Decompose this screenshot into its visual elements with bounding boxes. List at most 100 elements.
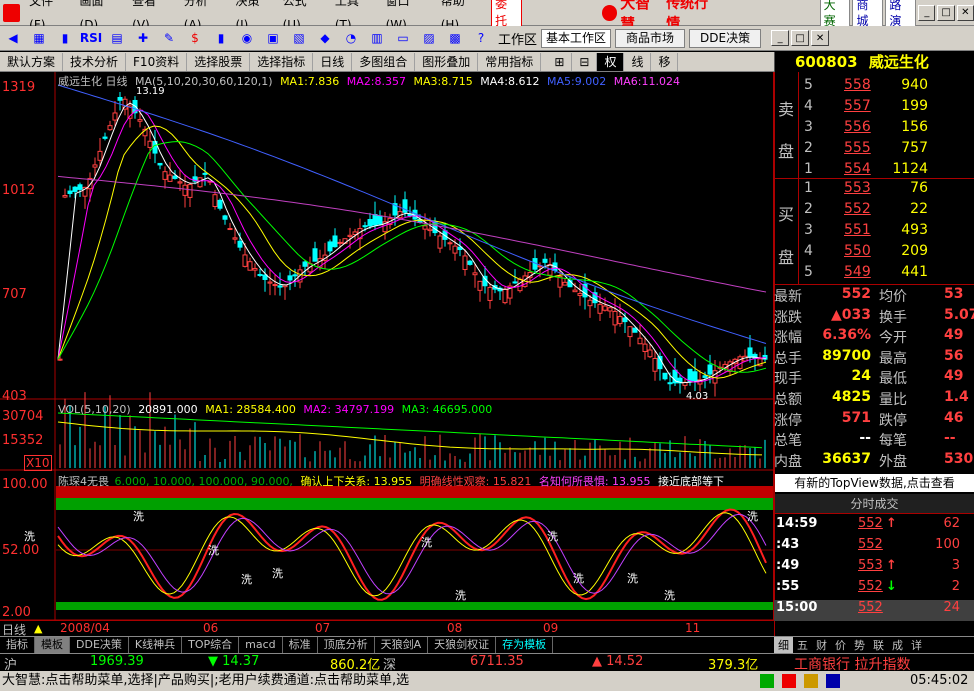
tab-rights[interactable]: 权 <box>597 52 625 71</box>
workspace-select[interactable]: 基本工作区 <box>541 28 612 48</box>
buy-row[interactable]: 4 550 209 <box>774 243 974 264</box>
sell-row[interactable]: 2 555 757 <box>774 140 974 161</box>
zoom-in-icon[interactable]: ⊞ <box>547 52 573 71</box>
toolbar: ◀ ▦ ▮ RSI ▤ ✚ ✎ $ ▮ ◉ ▣ ▧ ◆ ◔ ▥ ▭ ▨ ▩ ? … <box>0 26 974 51</box>
rtab-deal[interactable]: 成 <box>888 637 907 653</box>
binocular-icon[interactable]: ◉ <box>236 28 258 48</box>
tab-tianlang-a[interactable]: 天狼剑A <box>375 637 429 653</box>
buy-row[interactable]: 3 551 493 <box>774 222 974 243</box>
common-indicator-button[interactable]: 常用指标 <box>478 52 542 71</box>
sell-row[interactable]: 4 557 199 <box>774 98 974 119</box>
help-icon[interactable]: ? <box>470 28 492 48</box>
sell-row[interactable]: 1 554 1124 <box>774 161 974 182</box>
index-status-bar: 沪 1969.39 ▼ 14.37 860.2亿 深 6711.35 ▲ 14.… <box>0 653 974 673</box>
minimize-button[interactable]: _ <box>918 4 936 21</box>
tick-time: :43 <box>776 537 800 552</box>
tab-topbottom[interactable]: 顶底分析 <box>318 637 375 653</box>
overlay-button[interactable]: 图形叠加 <box>415 52 479 71</box>
news-icon[interactable]: ▧ <box>288 28 310 48</box>
tick-volume: 62 <box>943 516 960 531</box>
kline-icon[interactable]: ▮ <box>54 28 76 48</box>
tab-macd[interactable]: macd <box>239 637 283 653</box>
stat-label: 涨跌 <box>774 309 802 326</box>
candle-body <box>597 303 603 314</box>
tab-tianlang-warrant[interactable]: 天狼剑权证 <box>428 637 497 653</box>
rtab-finance[interactable]: 财 <box>812 637 831 653</box>
default-scheme-button[interactable]: 默认方案 <box>0 52 64 71</box>
stat-label: 涨停 <box>774 412 802 429</box>
crosshair-icon[interactable]: ✚ <box>132 28 154 48</box>
rtab-link[interactable]: 联 <box>869 637 888 653</box>
topview-banner[interactable]: 有新的TopView数据,点击查看 <box>775 474 974 492</box>
grid-icon[interactable]: ▤ <box>106 28 128 48</box>
zoom-out-icon[interactable]: ⊟ <box>572 52 598 71</box>
stat-label-2: 今开 <box>879 330 907 347</box>
candle-body <box>252 267 258 271</box>
rsi-icon[interactable]: RSI <box>80 28 102 48</box>
tab-indicator[interactable]: 指标 <box>0 637 35 653</box>
net-icon <box>760 674 774 688</box>
chart-panel[interactable]: 洗洗洗洗洗洗洗洗洗洗洗洗 威远生化 日线 MA(5,10,20,30,60,12… <box>0 72 774 620</box>
calc-icon[interactable]: ▥ <box>366 28 388 48</box>
ruler-icon[interactable]: ✎ <box>158 28 180 48</box>
tab-dde[interactable]: DDE决策 <box>70 637 129 653</box>
inner-minimize-button[interactable]: _ <box>771 30 790 46</box>
tab-dde[interactable]: DDE决策 <box>689 28 762 48</box>
volume-title-line: VOL(5,10,20) 20891.000 MA1: 28584.400 MA… <box>58 403 492 416</box>
buy-row[interactable]: 2 552 22 <box>774 201 974 222</box>
rtab-five[interactable]: 五 <box>793 637 812 653</box>
select-indicator-button[interactable]: 选择指标 <box>250 52 314 71</box>
inner-close-button[interactable]: ✕ <box>811 30 830 46</box>
window-icon[interactable]: ▦ <box>28 28 50 48</box>
print-icon[interactable]: ▭ <box>392 28 414 48</box>
tab-move[interactable]: 移 <box>651 52 679 71</box>
tab-standard[interactable]: 标准 <box>283 637 318 653</box>
tick-arrow: ↑ <box>886 516 897 531</box>
back-icon[interactable]: ◀ <box>2 28 24 48</box>
stock-header: 600803 威远生化 <box>774 52 974 72</box>
multi-chart-button[interactable]: 多图组合 <box>352 52 416 71</box>
chart-svg[interactable]: 洗洗洗洗 洗洗洗洗洗 洗洗洗 <box>0 72 773 620</box>
rtab-detail[interactable]: 细 <box>774 637 793 653</box>
topview-text[interactable]: 有新的TopView数据,点击查看 <box>794 476 955 490</box>
f10-button[interactable]: F10资料 <box>126 52 188 71</box>
ind-t4: 接近底部等下 <box>658 475 725 488</box>
inner-restore-button[interactable]: □ <box>791 30 810 46</box>
tab-save-template[interactable]: 存为模板 <box>496 637 554 653</box>
tab-template[interactable]: 模板 <box>35 637 70 653</box>
buy-row[interactable]: 1 553 76 <box>774 180 974 201</box>
stat-label-2: 最高 <box>879 350 907 367</box>
buy-volume: 441 <box>901 264 928 280</box>
dollar-icon[interactable]: $ <box>184 28 206 48</box>
select-stock-button[interactable]: 选择股票 <box>187 52 251 71</box>
tab-top[interactable]: TOP综合 <box>182 637 240 653</box>
close-button[interactable]: ✕ <box>956 4 974 21</box>
sell-level: 2 <box>804 140 813 156</box>
tab-kline-god[interactable]: K线神兵 <box>129 637 183 653</box>
notes-icon[interactable]: ▨ <box>418 28 440 48</box>
tab-commodity[interactable]: 商品市场 <box>615 28 686 48</box>
restore-button[interactable]: □ <box>937 4 955 21</box>
ma3-label: MA3: <box>413 75 442 88</box>
tab-line[interactable]: 线 <box>624 52 652 71</box>
rtab-trend[interactable]: 势 <box>850 637 869 653</box>
rtab-full[interactable]: 详 <box>907 637 926 653</box>
candle-body <box>377 215 383 225</box>
tick-time: 14:59 <box>776 516 818 531</box>
filter-icon[interactable]: ▣ <box>262 28 284 48</box>
daily-button[interactable]: 日线 <box>313 52 353 71</box>
buy-row[interactable]: 5 549 441 <box>774 264 974 285</box>
sell-row[interactable]: 3 556 156 <box>774 119 974 140</box>
books-icon[interactable]: ▩ <box>444 28 466 48</box>
rtab-price[interactable]: 价 <box>831 637 850 653</box>
pie-icon[interactable]: ◔ <box>340 28 362 48</box>
chart-icon[interactable]: ▮ <box>210 28 232 48</box>
status-message[interactable]: 大智慧:点击帮助菜单,选择|产品购买|;老用户续费通道:点击帮助菜单,选 <box>2 671 662 691</box>
tick-row: :55 552 ↓ 2 <box>774 579 974 600</box>
candle-body <box>652 357 658 372</box>
period-up-icon[interactable]: ▲ <box>34 622 42 635</box>
sell-row[interactable]: 5 558 940 <box>774 77 974 98</box>
alert-icon[interactable]: ◆ <box>314 28 336 48</box>
tech-analysis-button[interactable]: 技术分析 <box>63 52 127 71</box>
candle-body <box>222 215 228 220</box>
